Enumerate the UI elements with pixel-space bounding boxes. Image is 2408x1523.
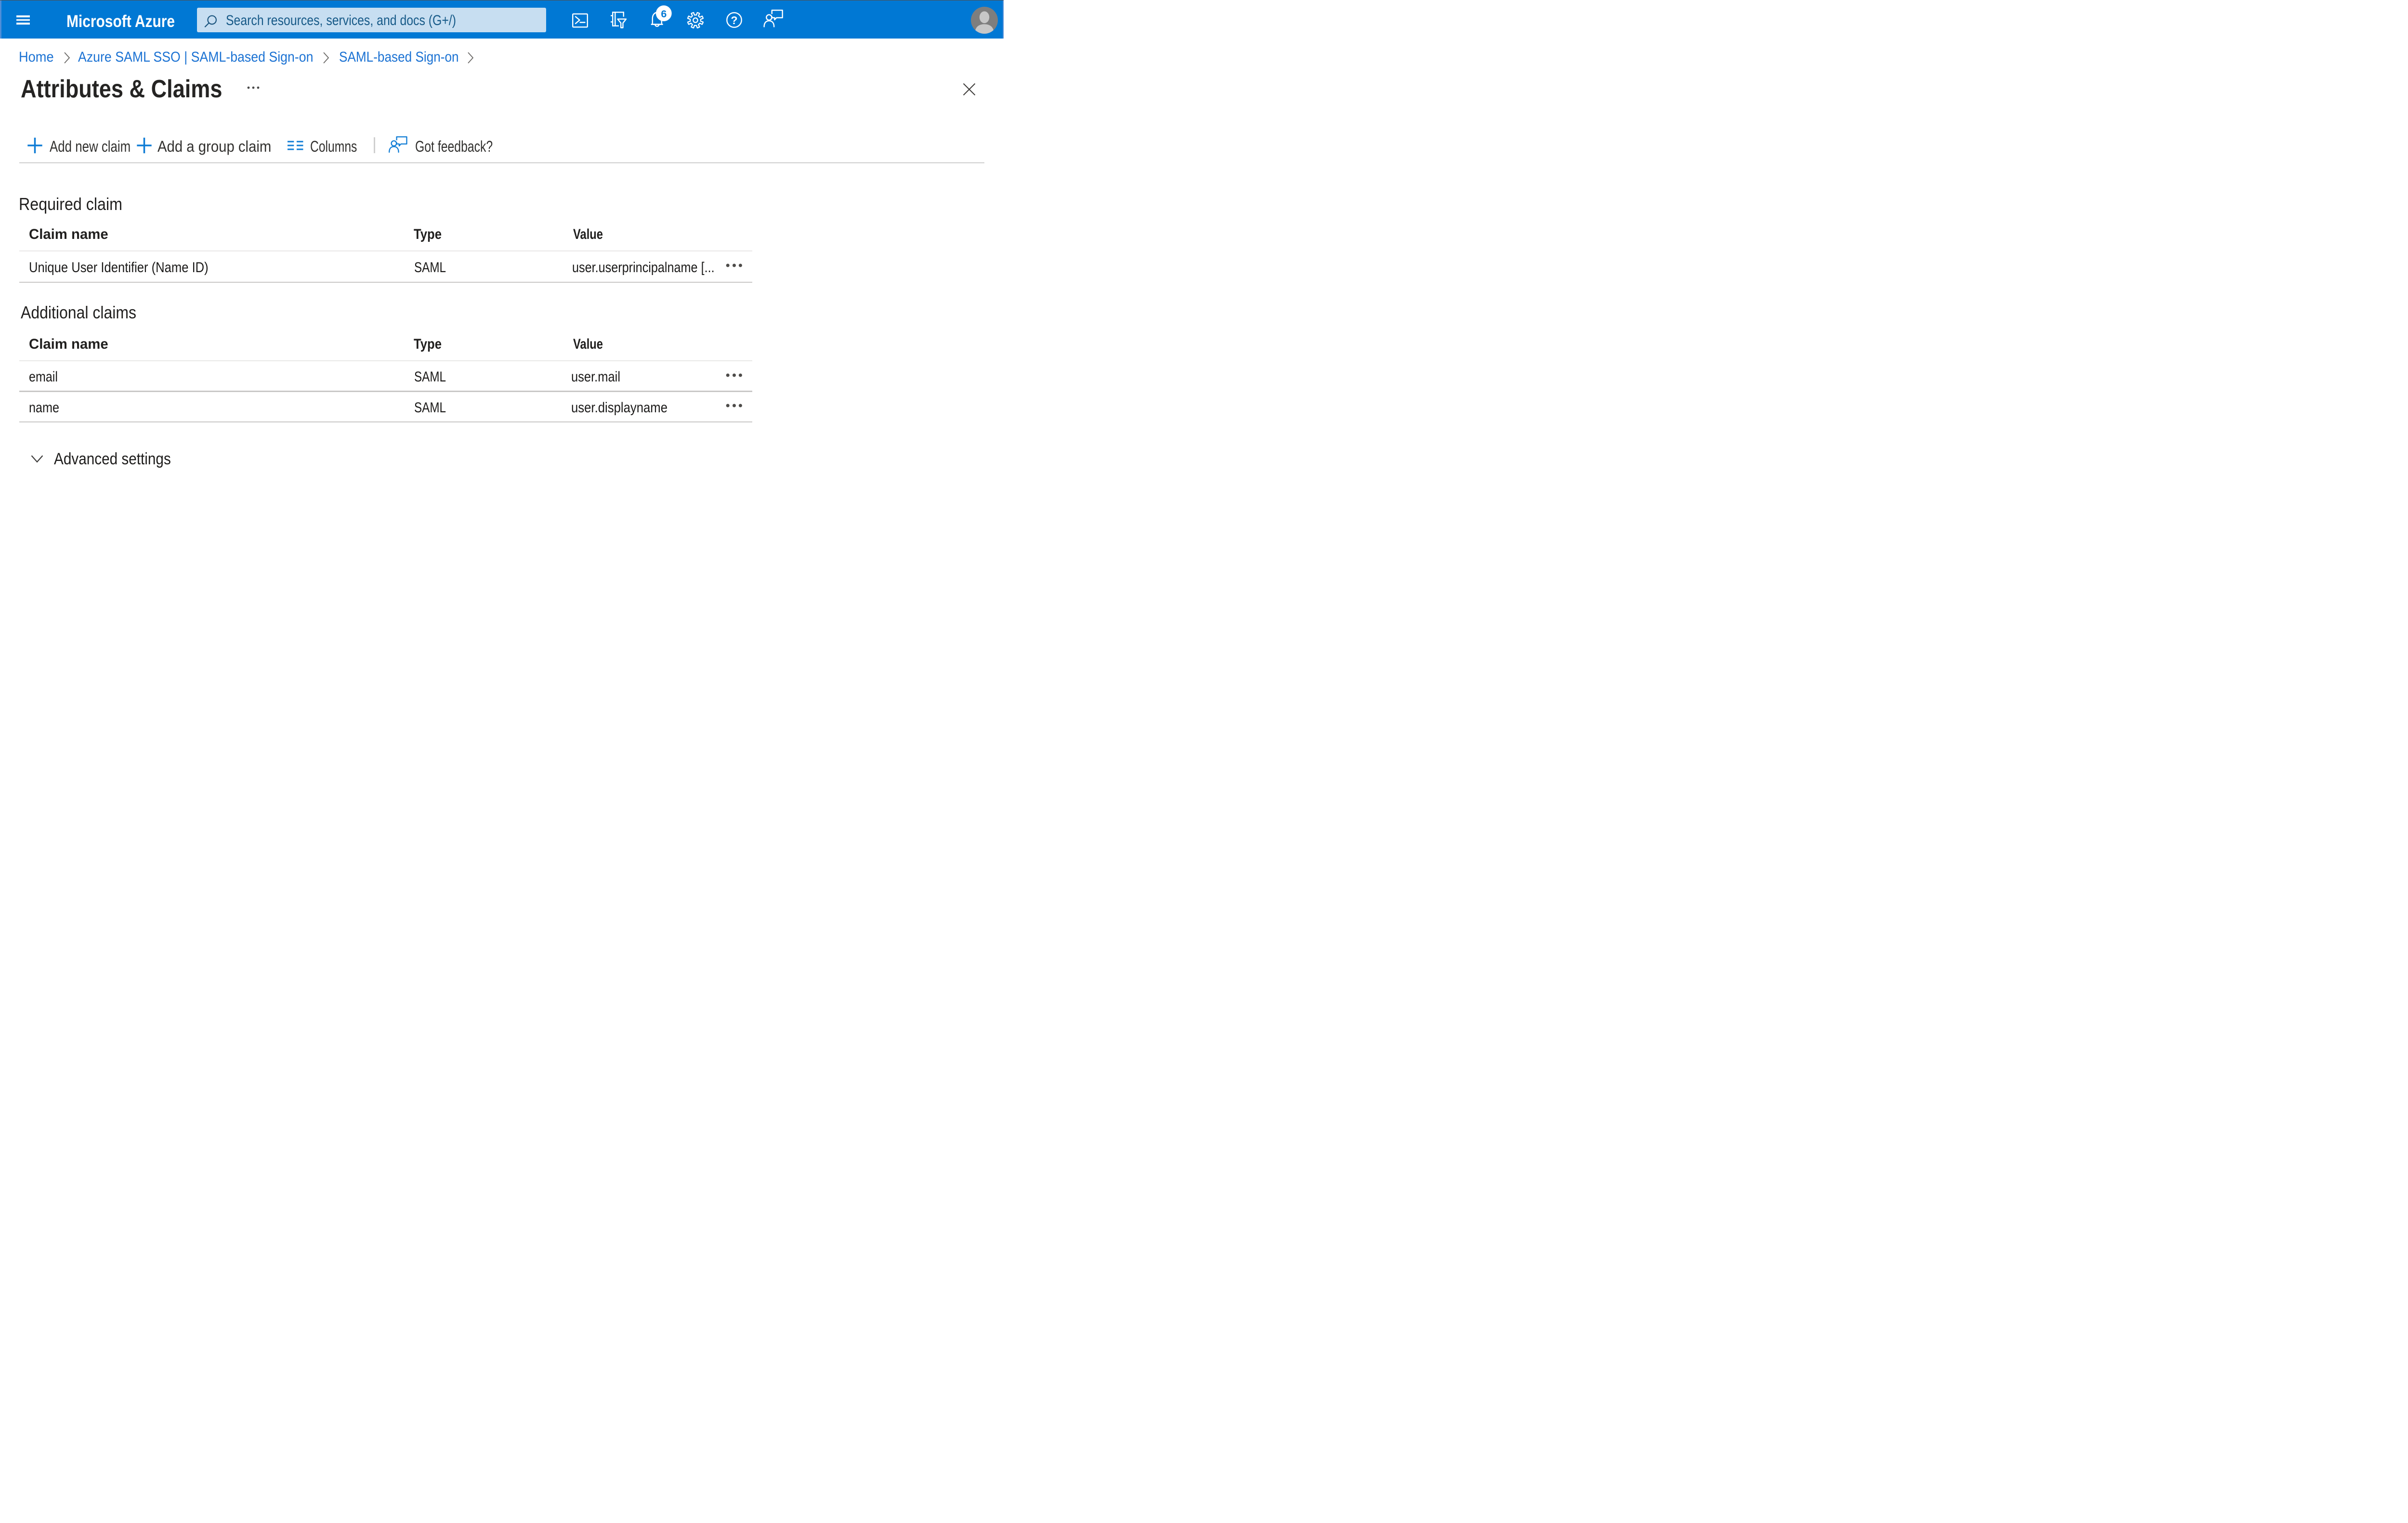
svg-text:6: 6 xyxy=(661,8,667,20)
svg-text:?: ? xyxy=(731,14,737,26)
